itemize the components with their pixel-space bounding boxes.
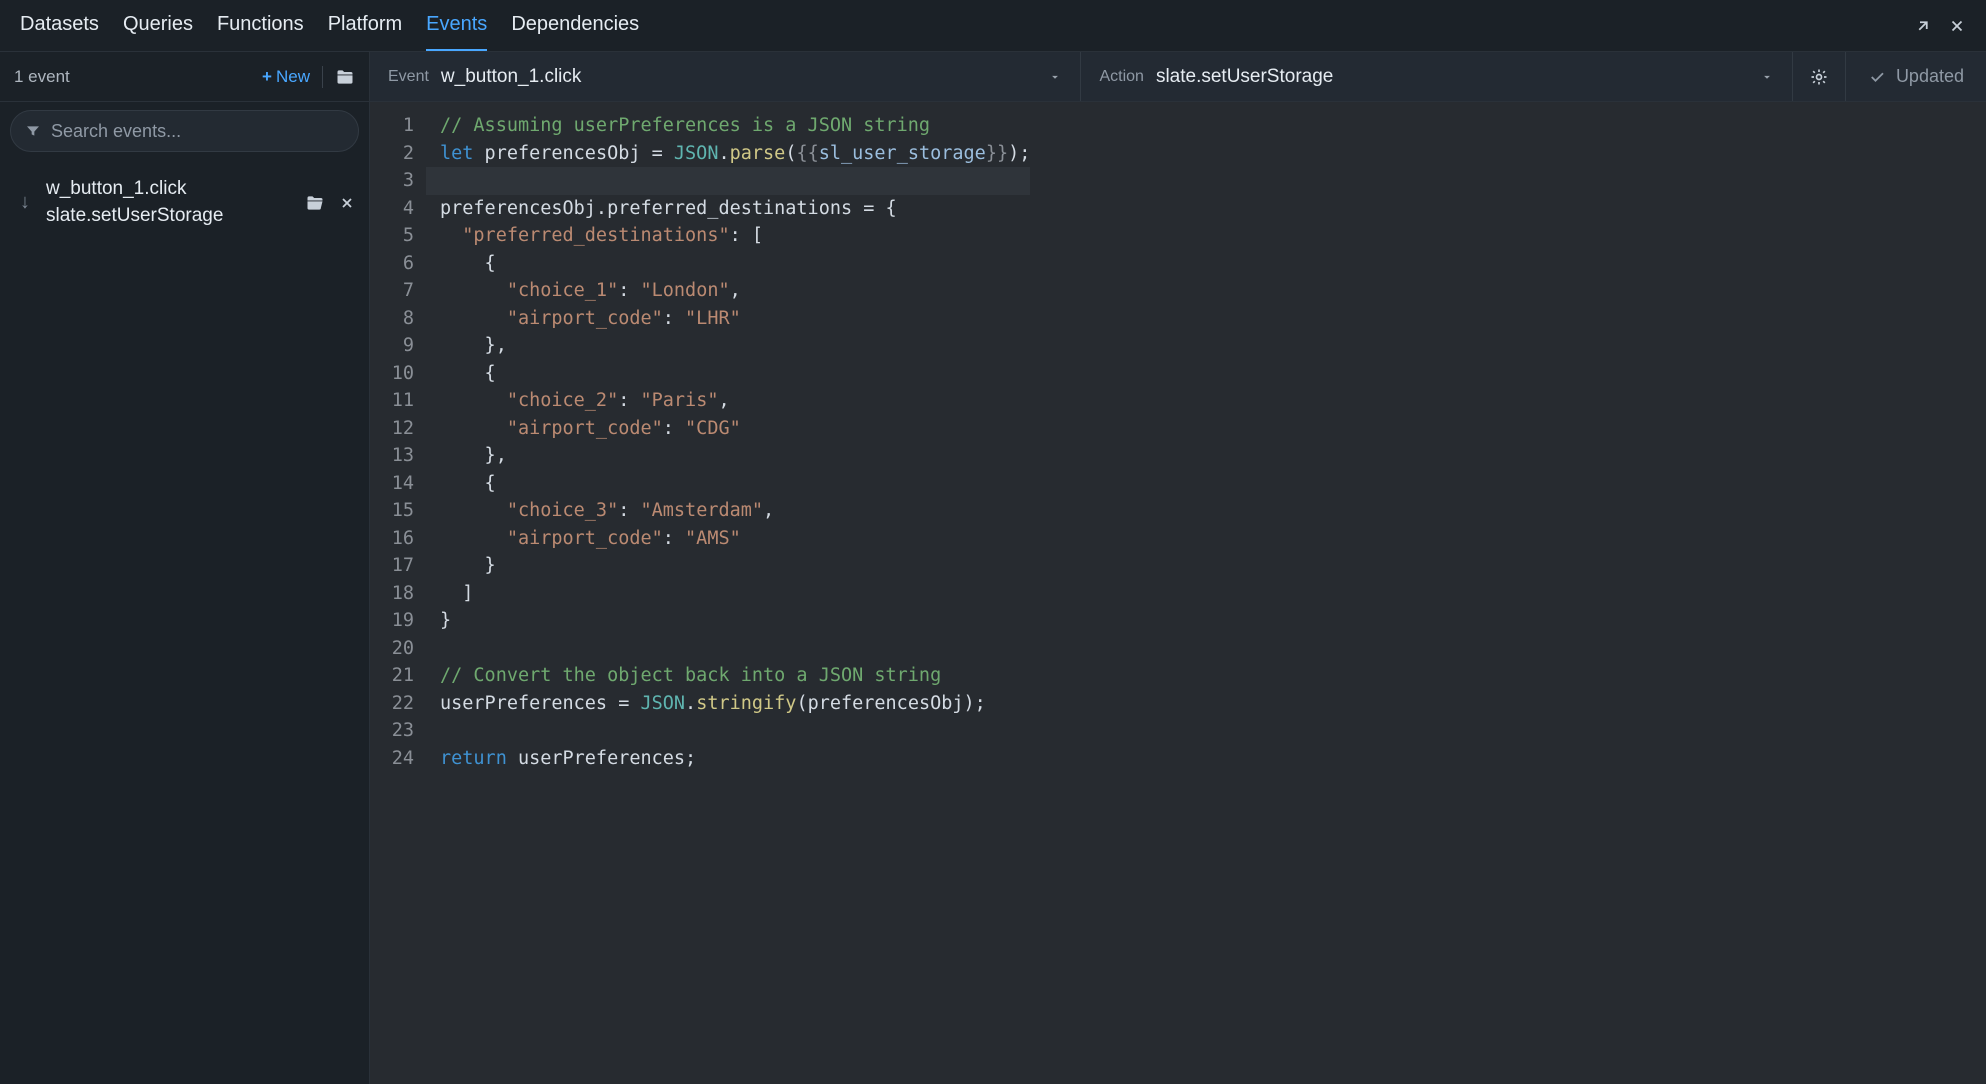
debug-button[interactable] (1793, 52, 1846, 101)
code-line[interactable]: { (440, 360, 1030, 388)
tab-platform[interactable]: Platform (328, 0, 402, 51)
filter-icon (25, 123, 41, 139)
tab-list: Datasets Queries Functions Platform Events De… (20, 0, 639, 51)
event-list: ↓ w_button_1.clickslate.setUserStorage (0, 160, 369, 1084)
code-line[interactable]: }, (440, 442, 1030, 470)
line-gutter: 123456789101112131415161718192021222324 (370, 102, 426, 1084)
search-events-field[interactable] (51, 121, 344, 142)
event-selector[interactable]: Event w_button_1.click (370, 52, 1081, 101)
chevron-down-icon (1048, 70, 1062, 84)
code-line[interactable]: // Assuming userPreferences is a JSON st… (440, 112, 1030, 140)
code-line[interactable]: // Convert the object back into a JSON s… (440, 662, 1030, 690)
editor-header: Event w_button_1.click Action slate.setU… (370, 52, 1986, 102)
tab-events[interactable]: Events (426, 0, 487, 51)
code-line[interactable]: "airport_code": "CDG" (440, 415, 1030, 443)
event-count-label: 1 event (14, 67, 262, 87)
code-line[interactable] (440, 717, 1030, 745)
content-area: 1 event + New ↓ w_button_1.click (0, 52, 1986, 1084)
new-event-label: New (276, 67, 310, 87)
code-editor[interactable]: 123456789101112131415161718192021222324 … (370, 102, 1986, 1084)
code-line[interactable]: preferencesObj.preferred_destinations = … (440, 195, 1030, 223)
tab-functions[interactable]: Functions (217, 0, 304, 51)
action-value: slate.setUserStorage (1156, 66, 1333, 88)
code-line[interactable]: } (440, 552, 1030, 580)
code-line[interactable]: "choice_1": "London", (440, 277, 1030, 305)
code-line[interactable]: { (440, 250, 1030, 278)
code-content[interactable]: // Assuming userPreferences is a JSON st… (426, 102, 1030, 1084)
search-events-input[interactable] (10, 110, 359, 152)
arrow-down-icon: ↓ (14, 191, 36, 214)
tabbar-right-controls (1914, 17, 1966, 35)
sidebar-header: 1 event + New (0, 52, 369, 102)
code-line[interactable]: "airport_code": "AMS" (440, 525, 1030, 553)
event-item-subtitle: slate.setUserStorage (46, 203, 295, 230)
bug-icon (1809, 67, 1829, 87)
event-item-title: w_button_1.click (46, 176, 295, 203)
search-wrap (0, 102, 369, 160)
tab-datasets[interactable]: Datasets (20, 0, 99, 51)
new-event-button[interactable]: + New (262, 67, 310, 87)
code-line[interactable]: "preferred_destinations": [ (440, 222, 1030, 250)
check-icon (1868, 68, 1886, 86)
code-line[interactable]: "choice_2": "Paris", (440, 387, 1030, 415)
code-line[interactable]: "airport_code": "LHR" (440, 305, 1030, 333)
code-line[interactable] (426, 167, 1030, 195)
event-item-labels: w_button_1.clickslate.setUserStorage (46, 176, 295, 229)
code-line[interactable]: userPreferences = JSON.stringify(prefere… (440, 690, 1030, 718)
event-label: Event (388, 68, 429, 86)
code-line[interactable]: } (440, 607, 1030, 635)
code-line[interactable] (440, 635, 1030, 663)
tab-dependencies[interactable]: Dependencies (511, 0, 639, 51)
folder-icon[interactable] (335, 67, 355, 87)
event-item-actions (305, 193, 355, 213)
event-item[interactable]: ↓ w_button_1.clickslate.setUserStorage (0, 166, 369, 239)
code-line[interactable]: return userPreferences; (440, 745, 1030, 773)
code-line[interactable]: { (440, 470, 1030, 498)
event-value: w_button_1.click (441, 66, 581, 88)
action-label: Action (1099, 68, 1143, 86)
app-root: Datasets Queries Functions Platform Events De… (0, 0, 1986, 1084)
code-line[interactable]: }, (440, 332, 1030, 360)
close-icon[interactable] (1948, 17, 1966, 35)
close-icon[interactable] (339, 195, 355, 211)
folder-open-icon[interactable] (305, 193, 325, 213)
code-line[interactable]: let preferencesObj = JSON.parse({{sl_use… (440, 140, 1030, 168)
tab-queries[interactable]: Queries (123, 0, 193, 51)
divider (322, 66, 323, 88)
popout-icon[interactable] (1914, 17, 1932, 35)
status-text: Updated (1896, 66, 1964, 87)
top-tabbar: Datasets Queries Functions Platform Events De… (0, 0, 1986, 52)
code-line[interactable]: "choice_3": "Amsterdam", (440, 497, 1030, 525)
plus-icon: + (262, 67, 272, 87)
status-indicator: Updated (1846, 52, 1986, 101)
code-line[interactable]: ] (440, 580, 1030, 608)
chevron-down-icon (1760, 70, 1774, 84)
events-sidebar: 1 event + New ↓ w_button_1.click (0, 52, 370, 1084)
action-selector[interactable]: Action slate.setUserStorage (1081, 52, 1792, 101)
main-panel: Event w_button_1.click Action slate.setU… (370, 52, 1986, 1084)
